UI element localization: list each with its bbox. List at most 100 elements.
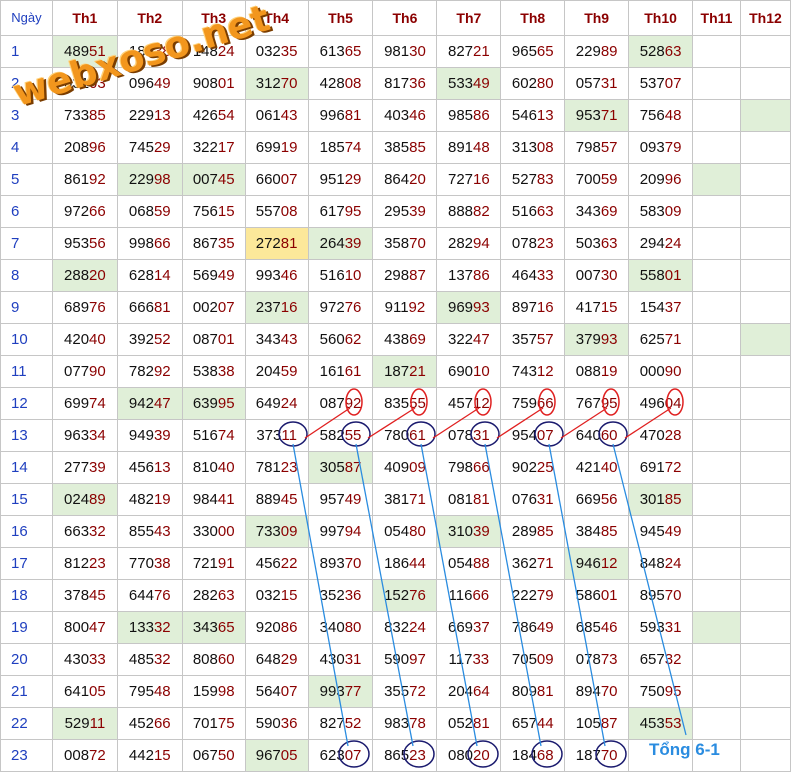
result-prefix: 088 [575,363,601,380]
result-prefix: 184 [511,747,537,764]
result-cell: 79857 [564,131,630,164]
result-tail: 15 [280,587,298,604]
result-prefix: 538 [192,363,218,380]
result-tail: 76 [344,299,362,316]
result-cell: 20896 [51,131,118,164]
result-prefix: 657 [511,715,537,732]
result-tail: 72 [664,459,682,476]
result-prefix: 786 [511,619,537,636]
result-prefix: 357 [511,331,537,348]
result-prefix: 997 [319,523,345,540]
result-tail: 74 [344,139,362,156]
day-number: 12 [0,387,53,420]
result-prefix: 527 [511,171,537,188]
result-prefix: 953 [575,107,601,124]
result-prefix: 305 [319,459,345,476]
result-tail: 65 [344,43,362,60]
result-cell: 22279 [500,579,566,612]
result-cell: 88945 [244,483,309,516]
result-prefix: 780 [384,427,410,444]
result-tail: 39 [153,427,171,444]
result-cell: 31039 [436,515,502,548]
result-prefix: 946 [575,555,601,572]
result-cell: 98378 [372,707,438,740]
result-prefix: 204 [255,363,281,380]
result-prefix: 061 [255,107,281,124]
result-tail: 63 [600,235,618,252]
result-tail: 47 [473,331,490,348]
result-tail: 97 [409,651,426,668]
result-tail: 12 [600,555,618,572]
result-tail: 33 [472,651,490,668]
result-cell: 42040 [51,323,118,356]
result-tail: 49 [536,619,554,636]
result-tail: 15 [217,203,235,220]
result-tail: 01 [217,75,235,92]
result-cell [739,291,791,324]
result-cell: 58601 [564,579,630,612]
result-prefix: 867 [192,235,218,252]
result-tail: 56 [89,235,106,252]
result-prefix: 456 [128,459,154,476]
result-prefix: 529 [64,715,90,732]
result-tail: 66 [536,395,554,412]
result-prefix: 087 [192,331,218,348]
result-tail: 38 [153,555,171,572]
day-number: 21 [0,675,53,708]
result-prefix: 024 [64,491,90,508]
result-cell: 89370 [307,547,374,580]
result-prefix: 965 [511,43,537,60]
result-cell: 62814 [116,259,183,292]
result-prefix: 438 [384,331,410,348]
result-prefix: 032 [255,587,281,604]
result-prefix: 426 [192,107,218,124]
result-cell [692,259,741,292]
result-tail: 31 [600,75,618,92]
result-cell: 66937 [436,611,502,644]
result-prefix: 002 [192,299,218,316]
result-cell: 11666 [436,579,502,612]
result-cell [739,611,791,644]
table-row: 11 07790 78292 53838 20459 16161 18721 69010 743… [0,355,791,388]
result-prefix: 204 [447,683,474,700]
result-cell [739,739,791,772]
result-cell: 66681 [116,291,183,324]
result-tail: 76 [409,587,426,604]
result-prefix: 209 [639,171,665,188]
result-tail: 43 [280,331,298,348]
result-cell: 13786 [436,259,502,292]
result-cell: 07790 [51,355,118,388]
table-row: 6 97266 06859 75615 55708 61795 29539 88882 5166… [0,195,791,228]
result-prefix: 533 [447,75,474,92]
result-prefix: 984 [192,491,218,508]
result-cell: 34365 [181,611,246,644]
result-tail: 92 [153,363,171,380]
table-row: 22 52911 45266 70175 59036 82752 98378 05281 657… [0,707,791,740]
result-tail: 73 [600,651,618,668]
result-prefix: 516 [511,203,537,220]
result-prefix: 379 [575,331,601,348]
result-cell: 73385 [51,99,118,132]
result-cell: 98130 [372,35,438,68]
result-cell: 51674 [181,419,246,452]
result-tail: 64 [473,683,490,700]
result-cell [692,579,741,612]
result-cell [739,451,791,484]
result-cell: 98586 [436,99,502,132]
result-tail: 55 [409,395,426,412]
month-header-7: Th7 [436,0,502,36]
result-cell: 22998 [116,163,183,196]
result-cell [739,355,791,388]
result-tail: 16 [536,299,554,316]
result-prefix: 745 [128,139,154,156]
result-prefix: 727 [447,171,474,188]
result-tail: 39 [344,235,362,252]
result-tail: 23 [536,235,554,252]
result-cell: 09379 [628,131,694,164]
result-cell [739,195,791,228]
result-tail: 65 [217,619,235,636]
result-tail: 90 [89,363,106,380]
result-tail: 66 [473,459,490,476]
result-tail: 48 [153,683,171,700]
result-cell [739,579,791,612]
